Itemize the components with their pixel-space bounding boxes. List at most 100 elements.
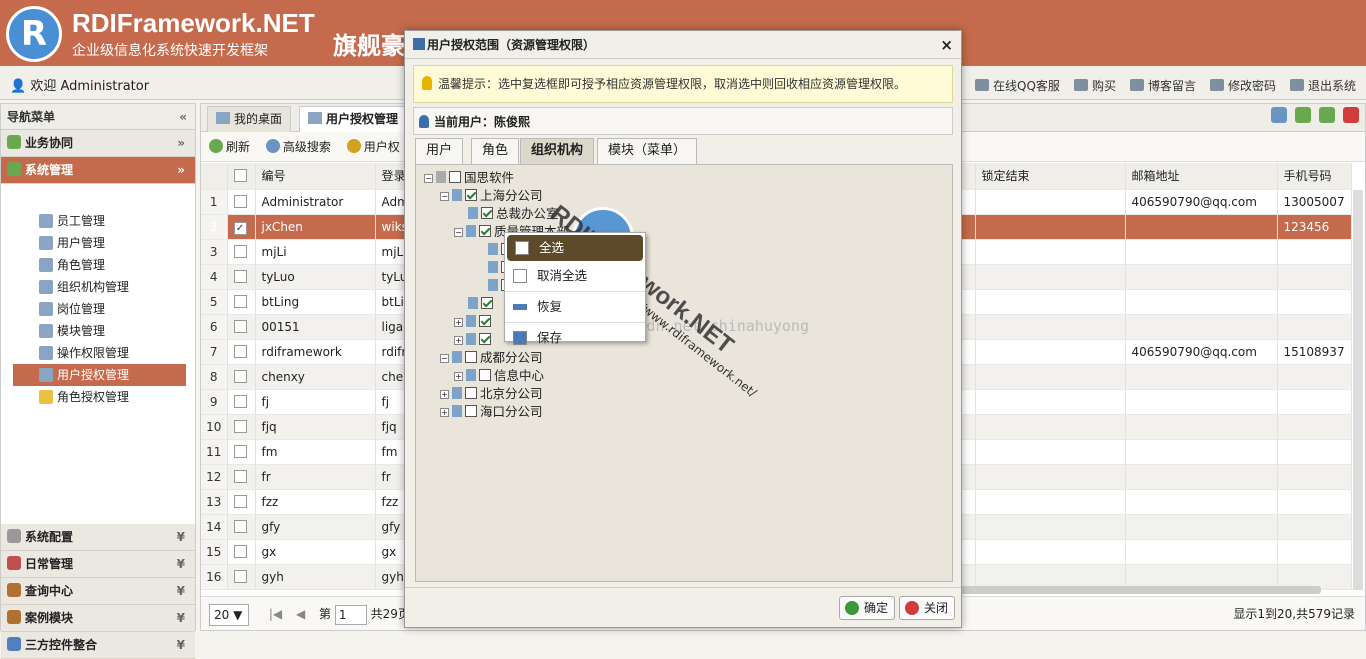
checkbox[interactable]: [233, 444, 247, 458]
first-page-icon[interactable]: |◀: [269, 607, 282, 621]
nav-group-cases[interactable]: 案例模块 ¥: [1, 605, 195, 632]
tree-node-info-center[interactable]: + 信息中心: [454, 367, 544, 385]
checkbox[interactable]: [233, 469, 247, 483]
checkbox[interactable]: [233, 519, 247, 533]
tree-node-sub[interactable]: +: [454, 331, 494, 349]
nav-item-employee[interactable]: 员工管理: [13, 210, 186, 232]
change-password-link[interactable]: 修改密码: [1209, 77, 1276, 94]
row-checkbox[interactable]: [227, 239, 256, 265]
tree-node-haikou[interactable]: + 海口分公司: [440, 403, 543, 421]
row-checkbox[interactable]: [227, 314, 256, 340]
row-checkbox[interactable]: [227, 389, 256, 415]
collapse-icon[interactable]: −: [440, 354, 449, 363]
expand-icon[interactable]: +: [454, 336, 463, 345]
tab-user-auth[interactable]: 用户授权管理: [299, 106, 408, 132]
tree-node-beijing[interactable]: + 北京分公司: [440, 385, 543, 403]
nav-group-query[interactable]: 查询中心 ¥: [1, 578, 195, 605]
checkbox[interactable]: [233, 194, 247, 208]
close-icon[interactable]: [1343, 107, 1359, 123]
row-checkbox[interactable]: [227, 539, 256, 565]
home-icon[interactable]: [1271, 107, 1287, 123]
menu-restore[interactable]: 恢复: [505, 294, 645, 320]
node-checkbox[interactable]: [465, 351, 477, 363]
node-checkbox[interactable]: [481, 297, 493, 309]
node-checkbox[interactable]: [479, 369, 491, 381]
qq-link[interactable]: 在线QQ客服: [975, 77, 1060, 94]
expand-icon[interactable]: +: [440, 408, 449, 417]
nav-item-role[interactable]: 角色管理: [13, 254, 186, 276]
expand-icon[interactable]: +: [454, 318, 463, 327]
ok-button[interactable]: 确定: [839, 596, 896, 620]
node-checkbox[interactable]: [479, 225, 491, 237]
tab-desktop[interactable]: 我的桌面: [207, 106, 292, 132]
user-permission-button[interactable]: 用户权: [346, 139, 400, 154]
advanced-search-button[interactable]: 高级搜索: [265, 139, 331, 154]
refresh-button[interactable]: 刷新: [209, 139, 250, 154]
vertical-scrollbar[interactable]: [1353, 190, 1363, 590]
tree-node-root[interactable]: − 国思软件: [424, 169, 514, 187]
prev-page-icon[interactable]: ◀: [296, 607, 305, 621]
select-all-checkbox[interactable]: [227, 163, 256, 190]
menu-deselect-all[interactable]: 取消全选: [505, 263, 645, 289]
checkbox[interactable]: [233, 294, 247, 308]
row-checkbox[interactable]: [227, 364, 256, 390]
checkbox[interactable]: [233, 494, 247, 508]
checkbox[interactable]: [233, 569, 247, 583]
fullscreen-icon[interactable]: [1319, 107, 1335, 123]
close-button[interactable]: 关闭: [899, 596, 956, 620]
nav-group-business[interactable]: 业务协同 »: [1, 130, 195, 157]
nav-group-daily[interactable]: 日常管理 ¥: [1, 551, 195, 578]
node-checkbox[interactable]: [465, 387, 477, 399]
nav-item-user-auth[interactable]: 用户授权管理: [13, 364, 186, 386]
tree-node-sub[interactable]: +: [454, 313, 494, 331]
column-header[interactable]: 邮箱地址: [1125, 163, 1278, 190]
checkbox[interactable]: [233, 394, 247, 408]
column-header[interactable]: 编号: [255, 163, 376, 190]
nav-group-third-party[interactable]: 三方控件整合 ¥: [1, 632, 195, 659]
refresh-icon[interactable]: [1295, 107, 1311, 123]
checkbox[interactable]: [233, 168, 247, 182]
row-checkbox[interactable]: [227, 439, 256, 465]
nav-item-permission[interactable]: 操作权限管理: [13, 342, 186, 364]
row-checkbox[interactable]: [227, 264, 256, 290]
row-checkbox[interactable]: ✓: [227, 214, 256, 240]
node-checkbox[interactable]: [465, 405, 477, 417]
column-header[interactable]: 锁定结束: [975, 163, 1126, 190]
tab-role[interactable]: 角色: [471, 138, 520, 164]
collapse-icon[interactable]: −: [454, 228, 463, 237]
nav-item-org[interactable]: 组织机构管理: [13, 276, 186, 298]
node-checkbox[interactable]: [465, 189, 477, 201]
row-checkbox[interactable]: [227, 514, 256, 540]
collapse-icon[interactable]: «: [179, 104, 187, 130]
tab-organization[interactable]: 组织机构: [520, 138, 595, 165]
checkbox[interactable]: [233, 319, 247, 333]
buy-link[interactable]: 购买: [1073, 77, 1116, 94]
tree-node-sub[interactable]: [468, 295, 496, 313]
row-checkbox[interactable]: [227, 289, 256, 315]
row-checkbox[interactable]: [227, 489, 256, 515]
node-checkbox[interactable]: [449, 171, 461, 183]
menu-select-all[interactable]: 全选: [507, 235, 643, 261]
checkbox[interactable]: [233, 544, 247, 558]
collapse-icon[interactable]: −: [440, 192, 449, 201]
tab-user[interactable]: 用户: [415, 138, 464, 164]
collapse-icon[interactable]: −: [424, 174, 433, 183]
node-checkbox[interactable]: [481, 207, 493, 219]
row-checkbox[interactable]: [227, 189, 256, 215]
nav-item-module[interactable]: 模块管理: [13, 320, 186, 342]
expand-icon[interactable]: +: [440, 390, 449, 399]
checkbox[interactable]: [233, 369, 247, 383]
row-checkbox[interactable]: [227, 464, 256, 490]
node-checkbox[interactable]: [479, 315, 491, 327]
checkbox[interactable]: ✓: [233, 222, 247, 235]
expand-icon[interactable]: +: [454, 372, 463, 381]
checkbox[interactable]: [233, 344, 247, 358]
page-size-select[interactable]: 20 ▼: [209, 603, 249, 626]
column-header[interactable]: 手机号码: [1277, 163, 1352, 190]
row-checkbox[interactable]: [227, 564, 256, 590]
nav-group-system[interactable]: 系统管理 »: [1, 157, 195, 184]
blog-link[interactable]: 博客留言: [1129, 77, 1196, 94]
checkbox[interactable]: [233, 244, 247, 258]
menu-save[interactable]: 保存: [505, 325, 645, 351]
tree-node-shanghai[interactable]: − 上海分公司: [440, 187, 543, 205]
